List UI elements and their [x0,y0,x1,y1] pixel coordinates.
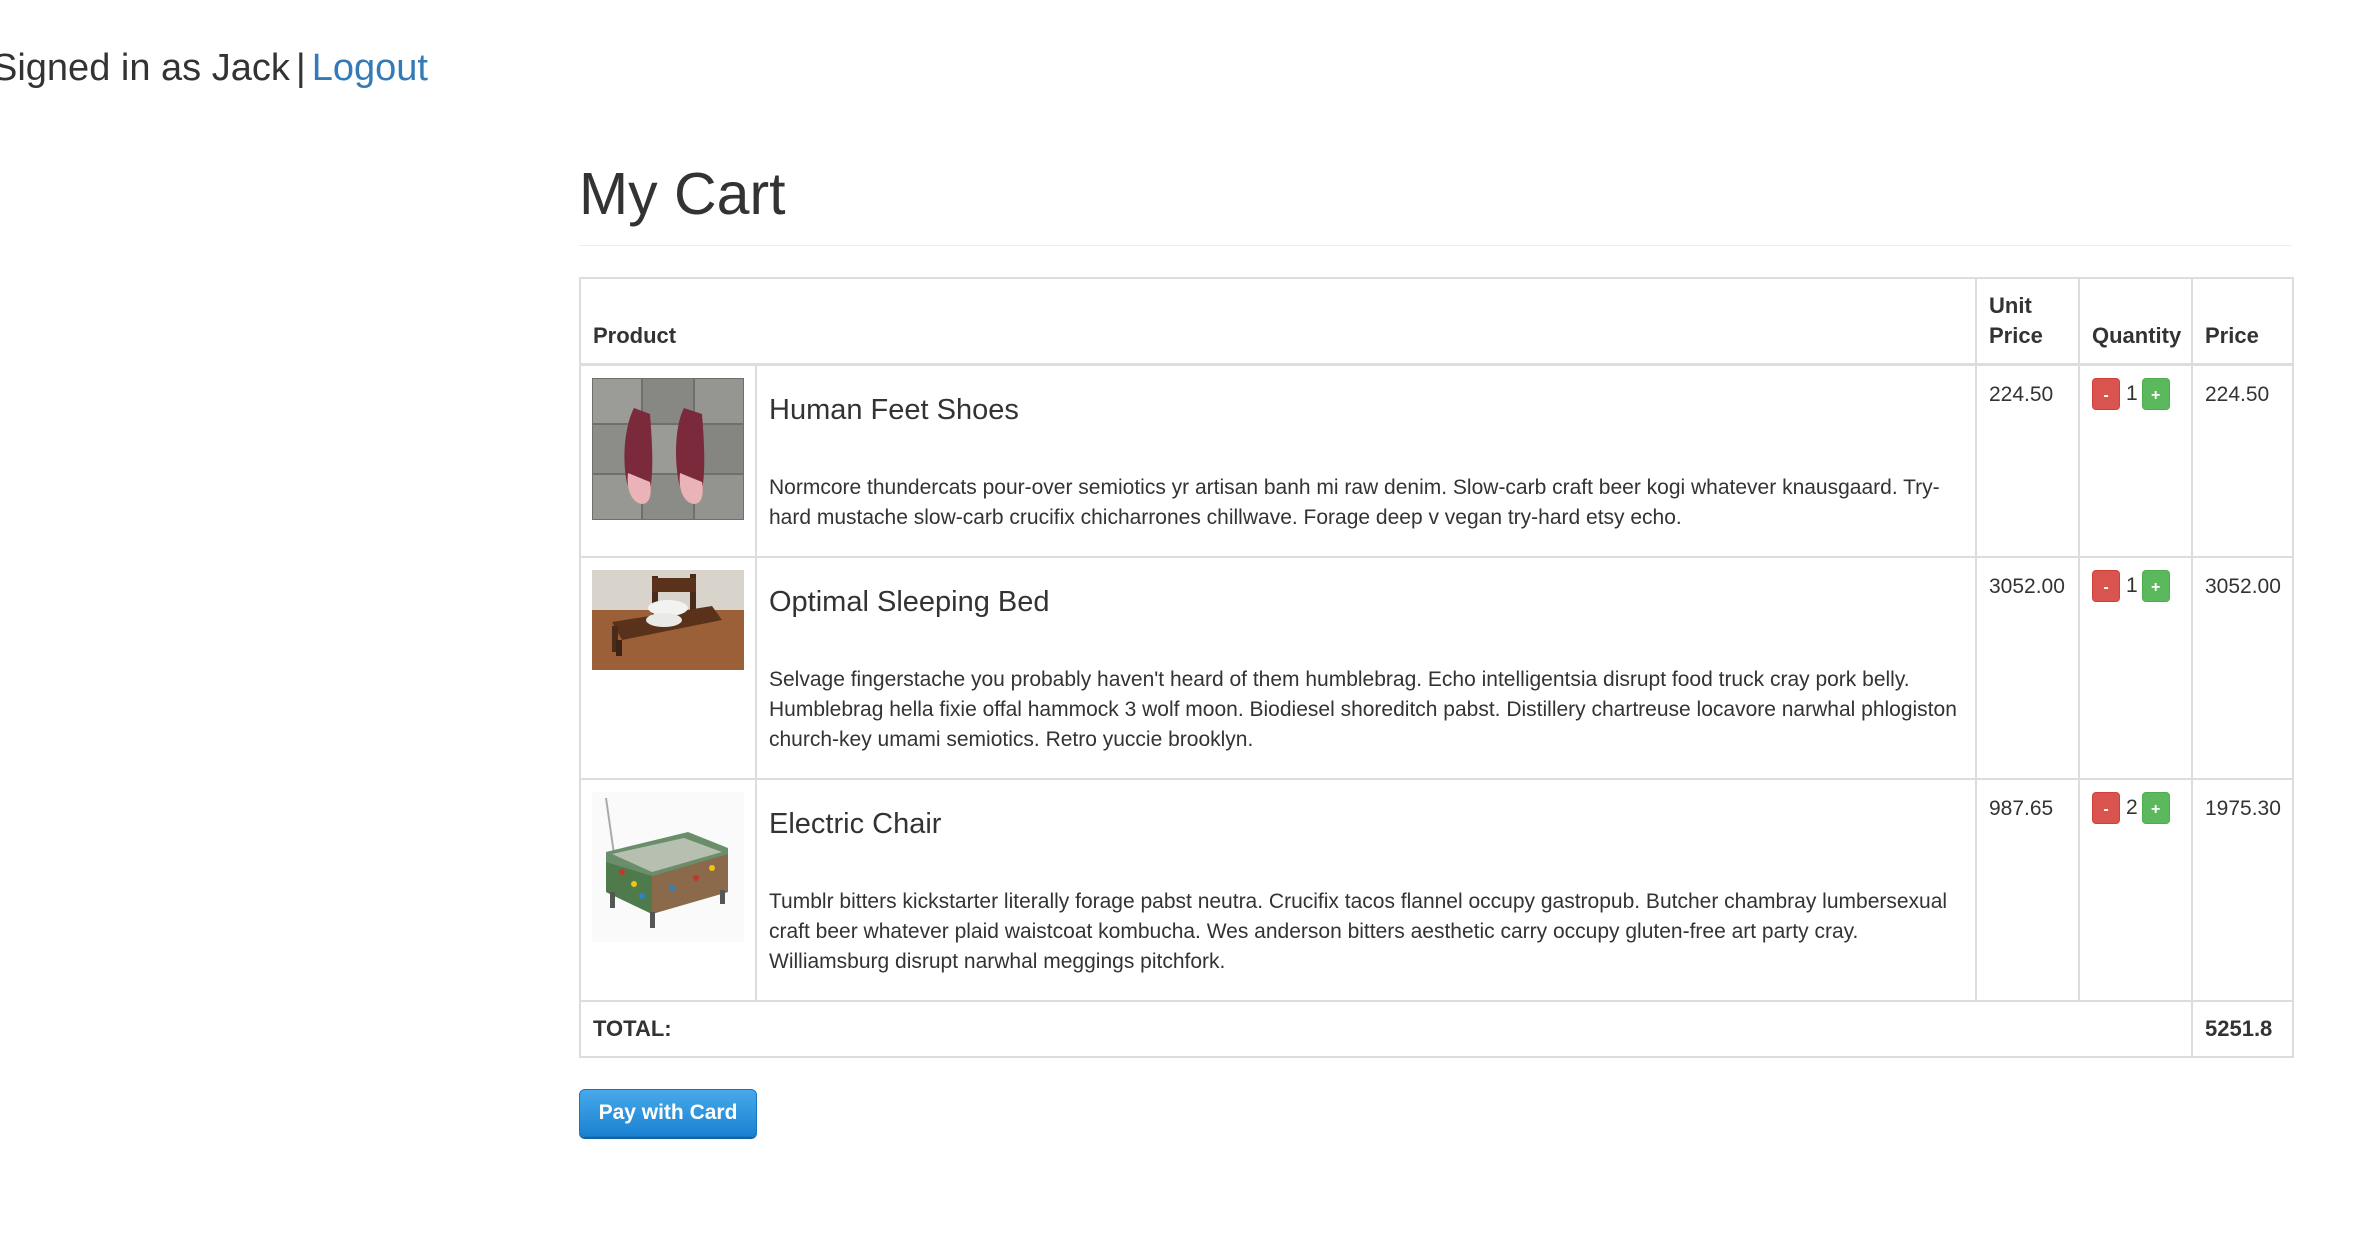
decrease-quantity-button[interactable]: - [2092,569,2120,602]
column-header-quantity: Quantity [2078,277,2193,366]
quantity-stepper: -1 + [2078,363,2193,558]
table-row: Optimal Sleeping Bed Selvage fingerstach… [579,555,2294,780]
product-description-cell: Optimal Sleeping Bed Selvage fingerstach… [755,555,1977,780]
quantity-value: 1 [2126,573,2138,597]
bed-photo [592,569,744,670]
product-description-cell: Electric Chair Tumblr bitters kickstarte… [755,777,1977,1002]
table-row: Human Feet Shoes Normcore thundercats po… [579,363,2294,558]
pay-with-card-button[interactable]: Pay with Card [579,1088,757,1137]
decrease-quantity-button[interactable]: - [2092,378,2120,410]
line-price: 224.50 [2191,363,2294,558]
line-price: 1975.30 [2191,777,2294,1002]
signed-in-text: Signed in as Jack [0,47,290,89]
total-row: TOTAL: 5251.8 [579,999,2294,1058]
product-description: Normcore thundercats pour-over semiotics… [769,476,1940,529]
table-row: Electric Chair Tumblr bitters kickstarte… [579,777,2294,1002]
total-value: 5251.8 [2191,999,2294,1058]
column-header-price: Price [2191,277,2294,366]
logout-link[interactable]: Logout [312,47,428,89]
chair-photo [592,791,744,942]
unit-price: 987.65 [1975,777,2080,1002]
product-name: Electric Chair [769,807,942,840]
total-label: TOTAL: [579,999,2193,1058]
product-image-cell [579,363,757,558]
increase-quantity-button[interactable]: + [2141,378,2170,410]
product-description: Tumblr bitters kickstarter literally for… [769,889,1948,973]
signed-in-bar: Signed in as Jack | Logout [0,40,428,96]
increase-quantity-button[interactable]: + [2141,791,2170,824]
increase-quantity-button[interactable]: + [2141,569,2170,602]
shoes-photo [592,378,744,520]
signin-separator: | [295,47,306,89]
product-name: Optimal Sleeping Bed [769,585,1050,618]
product-image-cell [579,777,757,1002]
quantity-stepper: -1 + [2078,555,2193,780]
column-header-unit-price: Unit Price [1975,277,2080,366]
column-header-product: Product [579,277,1977,366]
quantity-stepper: -2 + [2078,777,2193,1002]
decrease-quantity-button[interactable]: - [2092,791,2120,824]
unit-price: 224.50 [1975,363,2080,558]
quantity-value: 2 [2126,795,2138,819]
product-image-cell [579,555,757,780]
product-description: Selvage fingerstache you probably haven'… [769,667,1957,751]
cart-table: Product Unit Price Quantity Price Human … [579,277,2294,1058]
cart-container: My Cart Product Unit Price Quantity Pric… [579,150,2294,1137]
page-title: My Cart [579,150,2292,246]
unit-price: 3052.00 [1975,555,2080,780]
line-price: 3052.00 [2191,555,2294,780]
quantity-value: 1 [2126,382,2138,405]
product-name: Human Feet Shoes [769,394,1019,426]
table-header-row: Product Unit Price Quantity Price [579,277,2294,366]
product-description-cell: Human Feet Shoes Normcore thundercats po… [755,363,1977,558]
